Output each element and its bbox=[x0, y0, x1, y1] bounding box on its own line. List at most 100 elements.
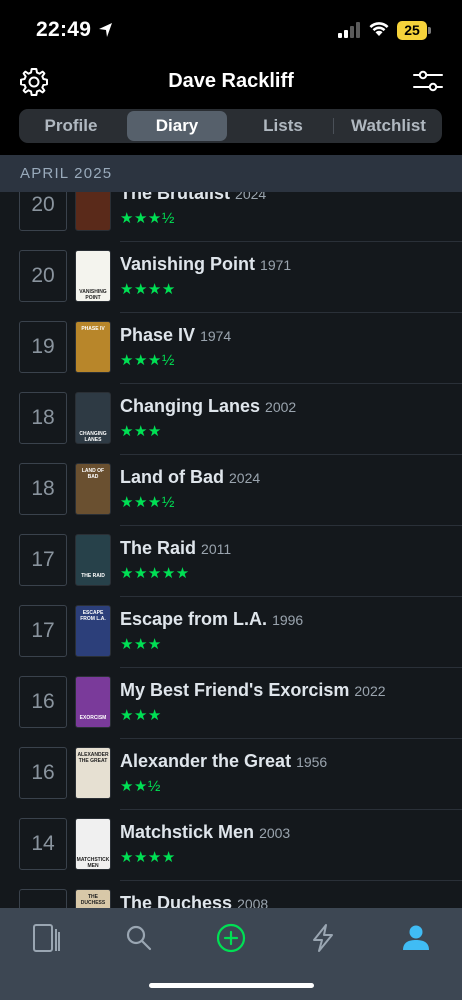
film-title[interactable]: Phase IV 1974 bbox=[120, 325, 231, 346]
diary-entry-row[interactable]: 17 THE RAID The Raid 2011 ★★★★★ bbox=[0, 526, 462, 597]
film-title-text: The Brutalist bbox=[120, 192, 231, 203]
film-title[interactable]: Escape from L.A. 1996 bbox=[120, 609, 303, 630]
page-title: Dave Rackliff bbox=[168, 70, 294, 92]
film-year: 2002 bbox=[265, 399, 297, 415]
film-title[interactable]: Matchstick Men 2003 bbox=[120, 822, 290, 843]
diary-entry-row[interactable]: 16 ALEXANDER THE GREAT Alexander the Great… bbox=[0, 739, 462, 810]
film-poster[interactable]: LAND OF BAD bbox=[75, 463, 111, 515]
poster-title: THE DUCHESS bbox=[80, 894, 106, 906]
film-year: 2008 bbox=[237, 896, 269, 908]
film-year: 2003 bbox=[259, 825, 291, 841]
film-title[interactable]: The Brutalist 2024 bbox=[120, 192, 266, 204]
diary-entry-row[interactable]: 20 VANISHING POINT Vanishing Point 1971 ★★★… bbox=[0, 242, 462, 313]
star-rating: ★★★ bbox=[120, 423, 162, 440]
wifi-icon bbox=[369, 22, 389, 36]
star-rating: ★★★★★ bbox=[120, 565, 190, 582]
film-title-text: The Raid bbox=[120, 538, 197, 558]
entry-day: 14 bbox=[19, 818, 67, 870]
month-section-header: APRIL 2025 bbox=[0, 155, 462, 192]
add-icon[interactable] bbox=[215, 922, 247, 954]
star-rating: ★★★★ bbox=[120, 849, 176, 866]
diary-entry-row[interactable]: 16 EXORCISM My Best Friend's Exorcism 2022… bbox=[0, 668, 462, 739]
diary-entry-row[interactable]: 18 LAND OF BAD Land of Bad 2024 ★★★½ bbox=[0, 455, 462, 526]
film-poster[interactable]: ALEXANDER THE GREAT bbox=[75, 747, 111, 799]
diary-entry-row[interactable]: 18 CHANGING LANES Changing Lanes 2002 ★★★ bbox=[0, 384, 462, 455]
film-poster[interactable]: THE DUCHESS bbox=[75, 889, 111, 908]
film-year: 1996 bbox=[272, 612, 304, 628]
star-rating: ★★★ bbox=[120, 636, 162, 653]
film-title-text: Vanishing Point bbox=[120, 254, 256, 274]
diary-entry-row[interactable]: THE DUCHESS The Duchess 2008 bbox=[0, 881, 462, 908]
film-poster[interactable]: PHASE IV bbox=[75, 321, 111, 373]
entry-day: 20 bbox=[19, 192, 67, 231]
film-poster[interactable]: ESCAPE FROM L.A. bbox=[75, 605, 111, 657]
diary-entry-row[interactable]: 14 MATCHSTICK MEN Matchstick Men 2003 ★★★★ bbox=[0, 810, 462, 881]
poster-title: ESCAPE FROM L.A. bbox=[80, 610, 106, 622]
profile-icon[interactable] bbox=[400, 922, 432, 954]
entry-day: 19 bbox=[19, 321, 67, 373]
diary-entry-row[interactable]: 19 PHASE IV Phase IV 1974 ★★★½ bbox=[0, 313, 462, 384]
film-year: 2022 bbox=[354, 683, 386, 699]
tab-watchlist[interactable]: Watchlist bbox=[335, 109, 442, 143]
film-poster[interactable]: THE RAID bbox=[75, 534, 111, 586]
film-title-text: Changing Lanes bbox=[120, 396, 261, 416]
film-poster[interactable]: EXORCISM bbox=[75, 676, 111, 728]
diary-tabs: Profile Diary Lists Watchlist bbox=[19, 109, 442, 143]
star-rating: ★★★ bbox=[120, 707, 162, 724]
film-title[interactable]: Changing Lanes 2002 bbox=[120, 396, 296, 417]
film-title-text: Land of Bad bbox=[120, 467, 224, 487]
status-time: 22:49 bbox=[36, 18, 92, 41]
film-title[interactable]: My Best Friend's Exorcism 2022 bbox=[120, 680, 386, 701]
film-year: 2024 bbox=[229, 470, 261, 486]
tab-profile[interactable]: Profile bbox=[19, 109, 123, 143]
poster-title: ALEXANDER THE GREAT bbox=[77, 752, 109, 764]
film-title[interactable]: The Raid 2011 bbox=[120, 538, 231, 559]
film-poster[interactable]: BRUTALIST bbox=[75, 192, 111, 231]
status-bar: 22:49 25 bbox=[0, 0, 462, 60]
star-rating: ★★★½ bbox=[120, 352, 175, 369]
entry-day: 16 bbox=[19, 676, 67, 728]
battery-indicator: 25 bbox=[397, 21, 431, 40]
entry-day: 18 bbox=[19, 463, 67, 515]
activity-icon[interactable] bbox=[307, 922, 339, 954]
battery-level: 25 bbox=[397, 21, 427, 40]
film-title[interactable]: Vanishing Point 1971 bbox=[120, 254, 291, 275]
star-rating: ★★★½ bbox=[120, 210, 175, 227]
entry-day bbox=[19, 889, 67, 908]
poster-title: MATCHSTICK MEN bbox=[76, 857, 110, 869]
film-year: 1971 bbox=[260, 257, 292, 273]
film-title[interactable]: The Duchess 2008 bbox=[120, 893, 268, 908]
film-title-text: The Duchess bbox=[120, 893, 233, 908]
film-year: 1956 bbox=[296, 754, 328, 770]
poster-title: EXORCISM bbox=[79, 715, 107, 721]
filter-sliders-icon[interactable] bbox=[412, 68, 444, 94]
search-icon[interactable] bbox=[123, 922, 155, 954]
film-poster[interactable]: VANISHING POINT bbox=[75, 250, 111, 302]
tab-diary[interactable]: Diary bbox=[127, 111, 227, 141]
film-title[interactable]: Alexander the Great 1956 bbox=[120, 751, 327, 772]
diary-entry-row[interactable]: 17 ESCAPE FROM L.A. Escape from L.A. 1996 ★… bbox=[0, 597, 462, 668]
diary-list[interactable]: 20BRUTALIST The Brutalist 2024 ★★★½ 20 VANIS… bbox=[0, 192, 462, 908]
star-rating: ★★★½ bbox=[120, 494, 175, 511]
film-poster[interactable]: MATCHSTICK MEN bbox=[75, 818, 111, 870]
entry-day: 17 bbox=[19, 534, 67, 586]
cellular-signal-icon bbox=[338, 22, 360, 38]
diary-entry-row[interactable]: 20BRUTALIST The Brutalist 2024 ★★★½ bbox=[0, 192, 462, 242]
film-poster[interactable]: CHANGING LANES bbox=[75, 392, 111, 444]
entry-day: 18 bbox=[19, 392, 67, 444]
poster-title: CHANGING LANES bbox=[79, 431, 107, 443]
films-icon[interactable] bbox=[30, 922, 62, 954]
film-title-text: Escape from L.A. bbox=[120, 609, 268, 629]
film-year: 1974 bbox=[200, 328, 232, 344]
film-title-text: My Best Friend's Exorcism bbox=[120, 680, 350, 700]
tab-lists[interactable]: Lists bbox=[231, 109, 335, 143]
location-arrow-icon bbox=[99, 23, 112, 37]
film-title-text: Matchstick Men bbox=[120, 822, 255, 842]
poster-title: VANISHING POINT bbox=[79, 289, 107, 301]
entry-day: 20 bbox=[19, 250, 67, 302]
film-title[interactable]: Land of Bad 2024 bbox=[120, 467, 260, 488]
entry-day: 17 bbox=[19, 605, 67, 657]
entry-day: 16 bbox=[19, 747, 67, 799]
star-rating: ★★½ bbox=[120, 778, 161, 795]
film-title-text: Alexander the Great bbox=[120, 751, 292, 771]
